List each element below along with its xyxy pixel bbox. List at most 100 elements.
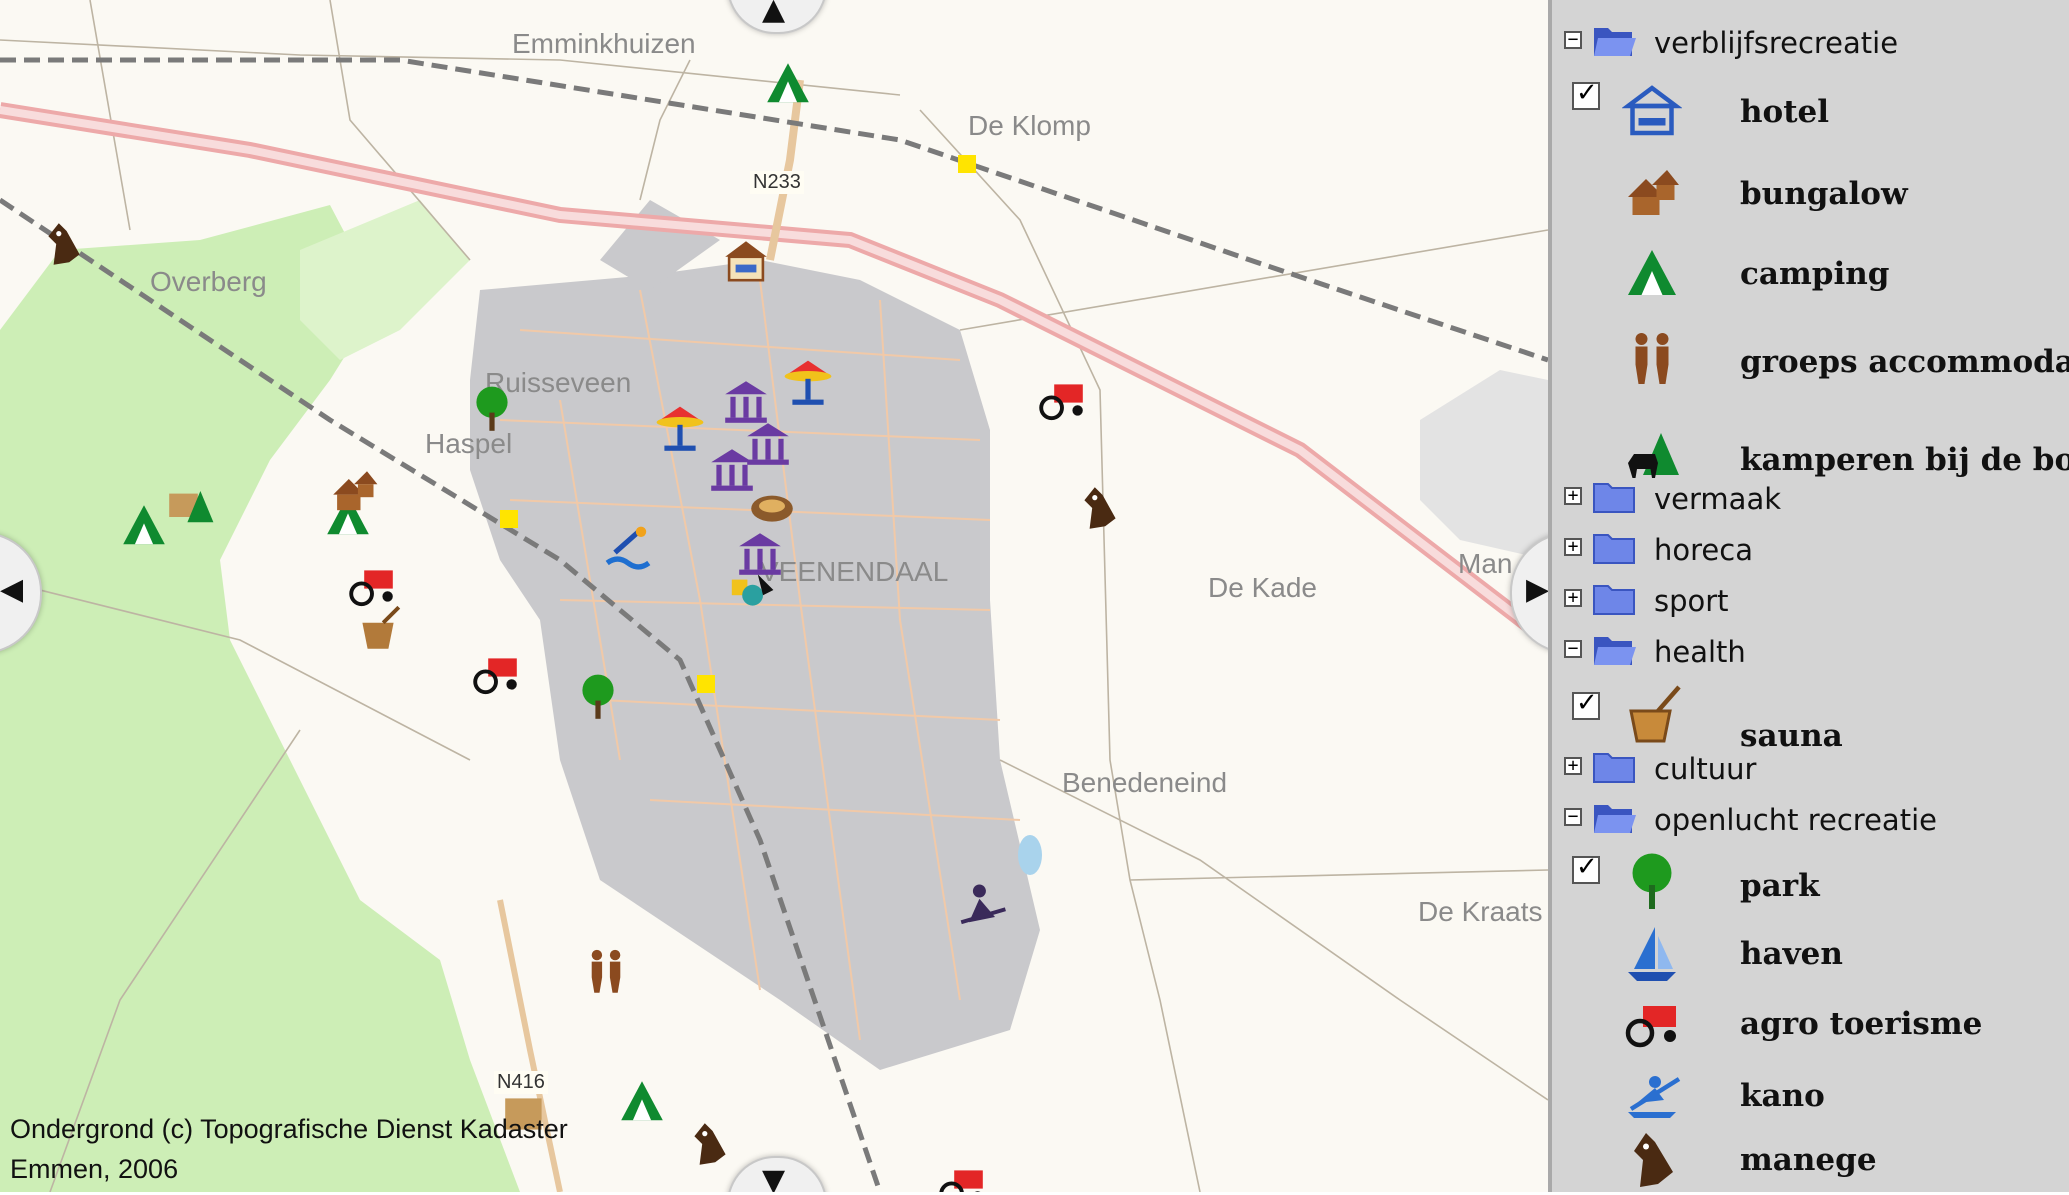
- legend-group-openlucht-recreatie[interactable]: − openlucht recreatie: [1552, 797, 2069, 841]
- layer-label: hotel: [1740, 94, 1830, 130]
- park-icon[interactable]: [572, 672, 624, 724]
- arrow-up-icon: ▲: [762, 0, 786, 27]
- sailboat-icon: [1622, 924, 1682, 984]
- folder-icon: [1593, 753, 1635, 783]
- group-label: cultuur: [1654, 752, 1757, 786]
- folder-open-icon: [1594, 28, 1636, 56]
- road-label-n233: N233: [750, 171, 804, 194]
- collapse-toggle[interactable]: −: [1564, 808, 1582, 826]
- swimming-pool-icon[interactable]: [602, 524, 654, 576]
- folder-open-icon: [1594, 637, 1636, 665]
- groeps-accommodatie-icon[interactable]: [580, 946, 632, 998]
- bungalow-icon: [1622, 164, 1682, 224]
- place-label-benedeneind: Benedeneind: [1062, 767, 1228, 798]
- park-icon: [1622, 852, 1682, 912]
- manege-icon[interactable]: [38, 218, 90, 270]
- legend-layer-hotel[interactable]: ✓ hotel: [1552, 78, 2069, 142]
- layer-label: park: [1740, 868, 1820, 904]
- layer-label: agro toerisme: [1740, 1006, 1983, 1042]
- checkmark-icon: ✓: [1576, 852, 1598, 882]
- sauna-icon[interactable]: [352, 602, 404, 654]
- legend-layer-park[interactable]: ✓ park: [1552, 852, 2069, 912]
- legend-layer-manege[interactable]: manege: [1552, 1130, 2069, 1190]
- legend-group-sport[interactable]: + sport: [1552, 578, 2069, 622]
- kamperen-bij-de-boer-icon[interactable]: [164, 478, 216, 530]
- legend-layer-bungalow[interactable]: bungalow: [1552, 164, 2069, 224]
- legend-layer-haven[interactable]: haven: [1552, 924, 2069, 984]
- folder-icon: [1593, 534, 1635, 564]
- layer-checkbox-park[interactable]: ✓: [1572, 852, 1600, 884]
- expand-toggle[interactable]: +: [1564, 538, 1582, 556]
- place-label-de-kraats: De Kraats: [1418, 896, 1543, 927]
- legend-panel: − verblijfsrecreatie ✓ hotel bungalow ca…: [1548, 0, 2069, 1192]
- groeps-accommodatie-icon: [1622, 330, 1682, 390]
- collapse-toggle[interactable]: −: [1564, 31, 1582, 49]
- attraction-cluster-icon[interactable]: [724, 564, 776, 616]
- legend-group-vermaak[interactable]: + vermaak: [1552, 476, 2069, 520]
- place-label-overberg: Overberg: [150, 266, 267, 297]
- kamperen-bij-de-boer-icon: [1622, 424, 1682, 484]
- layer-label: manege: [1740, 1142, 1877, 1178]
- agro-toerisme-icon[interactable]: [470, 648, 522, 700]
- legend-group-verblijfsrecreatie[interactable]: − verblijfsrecreatie: [1552, 20, 2069, 64]
- horse-icon: [1622, 1130, 1682, 1190]
- manege-icon[interactable]: [684, 1118, 736, 1170]
- tractor-icon: [1622, 994, 1682, 1054]
- camping-icon: [1622, 244, 1682, 304]
- layer-label: kano: [1740, 1078, 1825, 1114]
- restaurant-icon[interactable]: [746, 480, 798, 532]
- layer-label: haven: [1740, 936, 1843, 972]
- legend-group-health[interactable]: − health: [1552, 629, 2069, 673]
- place-label-veenendaal: VEENENDAAL: [760, 556, 949, 587]
- place-label-de-klomp: De Klomp: [968, 110, 1091, 141]
- layer-checkbox-sauna[interactable]: ✓: [1572, 688, 1600, 720]
- layer-label: camping: [1740, 256, 1890, 292]
- legend-layer-groeps-accommodatie[interactable]: groeps accommodatie: [1552, 330, 2069, 390]
- legend-layer-kamperen-bij-de-boer[interactable]: kamperen bij de boer: [1552, 424, 2069, 484]
- legend-layer-kano[interactable]: kano: [1552, 1064, 2069, 1124]
- group-label: vermaak: [1654, 482, 1782, 516]
- place-label-de-kade: De Kade: [1208, 572, 1317, 603]
- layer-label: kamperen bij de boer: [1740, 442, 2069, 478]
- layer-checkbox-hotel[interactable]: ✓: [1572, 78, 1600, 110]
- expand-toggle[interactable]: +: [1564, 757, 1582, 775]
- hotel-icon: [1621, 82, 1683, 142]
- arrow-down-icon: ▼: [762, 1163, 786, 1192]
- legend-group-cultuur[interactable]: + cultuur: [1552, 746, 2069, 790]
- camping-icon[interactable]: [616, 1076, 668, 1128]
- arrow-right-icon: ▶: [1526, 572, 1548, 607]
- group-label: verblijfsrecreatie: [1654, 26, 1899, 60]
- park-icon[interactable]: [466, 384, 518, 436]
- expand-toggle[interactable]: +: [1564, 589, 1582, 607]
- folder-icon: [1593, 483, 1635, 513]
- camping-icon[interactable]: [118, 500, 170, 552]
- collapse-toggle[interactable]: −: [1564, 640, 1582, 658]
- agro-toerisme-icon[interactable]: [1036, 374, 1088, 426]
- carousel-icon[interactable]: [654, 404, 706, 456]
- agro-toerisme-icon[interactable]: [936, 1160, 988, 1192]
- layer-label: bungalow: [1740, 176, 1908, 212]
- folder-icon: [1593, 585, 1635, 615]
- bungalow-icon[interactable]: [328, 466, 380, 518]
- legend-layer-agro-toerisme[interactable]: agro toerisme: [1552, 994, 2069, 1054]
- camping-icon[interactable]: [762, 58, 814, 110]
- sauna-icon: [1622, 684, 1682, 744]
- legend-group-horeca[interactable]: + horeca: [1552, 527, 2069, 571]
- copyright-line-1: Ondergrond (c) Topografische Dienst Kada…: [10, 1114, 568, 1144]
- carousel-icon[interactable]: [782, 358, 834, 410]
- hotel-icon[interactable]: [720, 236, 772, 288]
- arrow-left-icon: ◀: [0, 572, 24, 607]
- expand-toggle[interactable]: +: [1564, 487, 1582, 505]
- kano-icon: [1622, 1064, 1682, 1124]
- manege-icon[interactable]: [1074, 482, 1126, 534]
- group-label: health: [1654, 635, 1746, 669]
- group-label: openlucht recreatie: [1654, 803, 1937, 837]
- layer-label: groeps accommodatie: [1740, 344, 2069, 380]
- legend-layer-sauna[interactable]: ✓ sauna: [1552, 684, 2069, 754]
- checkmark-icon: ✓: [1576, 688, 1598, 718]
- map-view[interactable]: Emminkhuizen De Klomp Overberg Ruissevee…: [0, 0, 1548, 1192]
- group-label: horeca: [1654, 533, 1753, 567]
- kano-icon[interactable]: [956, 878, 1008, 930]
- place-label-man: Man: [1458, 548, 1513, 579]
- legend-layer-camping[interactable]: camping: [1552, 244, 2069, 304]
